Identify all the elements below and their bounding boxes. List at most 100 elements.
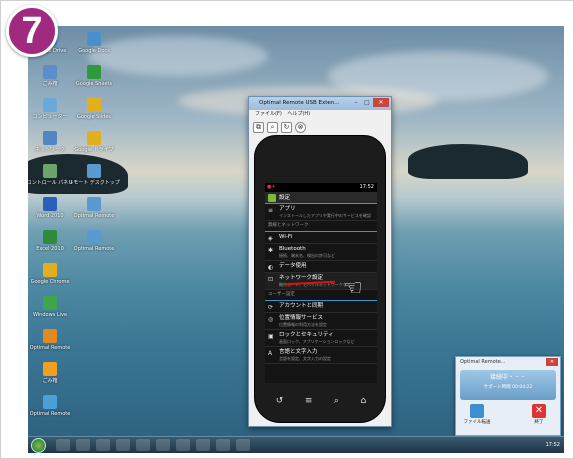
settings-item-icon: ◈ xyxy=(268,235,273,242)
screenshot-tool-icon[interactable]: ⧉ xyxy=(253,121,264,133)
back-icon[interactable]: ↺ xyxy=(276,396,284,406)
remote-window[interactable]: Optimal Remote USB Exten... – □ ✕ ファイル(F… xyxy=(248,96,392,427)
search-icon[interactable]: ⌕ xyxy=(334,396,339,406)
taskbar: 17:52 xyxy=(28,436,564,453)
window-toolbar: ⧉ ⌕ ↻ ⊗ xyxy=(249,119,391,135)
start-button[interactable] xyxy=(31,438,46,453)
session-label: サポート時間 xyxy=(483,385,511,390)
desktop-icon[interactable]: Google Sheets xyxy=(68,65,120,87)
desktop-icon[interactable]: Optimal Remote xyxy=(28,329,76,351)
desktop-icon[interactable]: リモート デスクトップ xyxy=(68,164,120,186)
status-time: 17:52 xyxy=(359,184,374,190)
step-badge: 7 xyxy=(6,5,58,57)
connection-status: 接続中・・・ xyxy=(489,374,526,381)
desktop-icon[interactable]: Optimal Remote xyxy=(28,395,76,417)
app-icon xyxy=(87,98,101,112)
app-icon xyxy=(43,131,57,145)
app-icon xyxy=(43,164,57,178)
settings-item-icon: ⟳ xyxy=(268,304,274,311)
desktop-icon[interactable]: Optimal Remote xyxy=(68,197,120,219)
app-icon xyxy=(43,329,57,343)
remote-status-popup[interactable]: Optimal Remote... ✕ 接続中・・・ サポート時間 00:04:… xyxy=(455,356,561,436)
popup-close-button[interactable]: ✕ xyxy=(546,358,558,366)
settings-item-title: Bluetooth xyxy=(279,246,306,252)
settings-item-title: 位置情報サービス xyxy=(279,315,324,321)
taskbar-app[interactable] xyxy=(56,439,70,451)
settings-item[interactable]: ▣ ロックとセキュリティ 画面ロック、アプリケーションロックなど xyxy=(265,330,377,347)
minimize-button[interactable]: – xyxy=(351,98,361,107)
popup-title-bar[interactable]: Optimal Remote... ✕ xyxy=(456,357,560,368)
menu-icon[interactable]: ≡ xyxy=(305,396,313,406)
desktop: Google Drive ごみ箱 コンピューター ネットワーク コントロール パネル Wo… xyxy=(28,26,564,453)
stop-icon[interactable]: ⊗ xyxy=(295,121,306,133)
settings-icon xyxy=(268,193,276,202)
taskbar-app[interactable] xyxy=(156,439,170,451)
rotate-icon[interactable]: ↻ xyxy=(281,121,292,133)
desktop-icon[interactable]: Google Docs xyxy=(68,32,120,54)
taskbar-app[interactable] xyxy=(196,439,210,451)
settings-item-subtitle: 位置情報の利用方法を設定 xyxy=(279,322,327,327)
settings-item[interactable]: ≡ アプリ インストールしたアプリや実行中のサービスを確認 xyxy=(265,204,377,221)
settings-item-subtitle: 接続、端末名、検出の許可など xyxy=(279,253,335,258)
taskbar-app[interactable] xyxy=(176,439,190,451)
settings-item[interactable]: ✱ Bluetooth 接続、端末名、検出の許可など xyxy=(265,244,377,261)
menu-help[interactable]: ヘルプ(H) xyxy=(287,111,310,117)
settings-item-icon: ⊡ xyxy=(268,276,274,283)
exit-button[interactable]: ✕ 終了 xyxy=(524,404,554,425)
app-icon xyxy=(43,362,57,376)
home-icon[interactable]: ⌂ xyxy=(361,396,367,406)
menu-file[interactable]: ファイル(F) xyxy=(255,111,282,117)
app-icon xyxy=(87,197,101,211)
settings-item[interactable]: ◎ 位置情報サービス 位置情報の利用方法を設定 xyxy=(265,313,377,330)
settings-item-subtitle: 言語を設定、文字入力の設定 xyxy=(279,356,331,361)
app-icon xyxy=(43,296,57,310)
settings-item[interactable]: ◐ データ使用 xyxy=(265,261,377,273)
taskbar-app[interactable] xyxy=(76,439,90,451)
file-transfer-button[interactable]: ファイル転送 xyxy=(462,404,492,425)
desktop-icon[interactable]: Google Chrome xyxy=(28,263,76,285)
settings-header: 設定 xyxy=(265,192,377,204)
settings-item-icon: A xyxy=(268,350,273,357)
taskbar-app[interactable] xyxy=(216,439,230,451)
app-icon xyxy=(87,230,101,244)
session-time: 00:04:22 xyxy=(512,385,533,390)
close-button[interactable]: ✕ xyxy=(373,98,389,107)
screenshot-frame: 7 Google Drive ごみ箱 コンピューター ネットワーク コントロール パネル… xyxy=(0,0,574,459)
app-icon xyxy=(87,164,101,178)
phone-frame: ●✦ 17:52 設定 ≡ アプリ インストールしたアプリや実行中のサービスを確認無… xyxy=(254,135,386,423)
settings-item-icon: ✱ xyxy=(268,247,274,254)
settings-item-subtitle: インストールしたアプリや実行中のサービスを確認 xyxy=(279,213,371,218)
settings-section-header: 無線とネットワーク xyxy=(265,221,377,232)
settings-item[interactable]: A 言語と文字入力 言語を設定、文字入力の設定 xyxy=(265,347,377,364)
app-icon xyxy=(43,197,57,211)
taskbar-app[interactable] xyxy=(96,439,110,451)
settings-item-title: アカウントと同期 xyxy=(279,303,324,309)
notification-icon: ●✦ xyxy=(267,184,276,190)
settings-item[interactable]: ⟳ アカウントと同期 xyxy=(265,301,377,313)
phone-navbar: ↺ ≡ ⌕ ⌂ xyxy=(265,392,377,410)
taskbar-app[interactable] xyxy=(116,439,130,451)
zoom-icon[interactable]: ⌕ xyxy=(267,121,278,133)
app-icon xyxy=(43,65,57,79)
desktop-icon[interactable]: Windows Live xyxy=(28,296,76,318)
status-bar: ●✦ 17:52 xyxy=(265,183,377,192)
taskbar-clock: 17:52 xyxy=(545,442,560,448)
desktop-icon[interactable]: ごみ箱 xyxy=(28,362,76,384)
connection-panel: 接続中・・・ サポート時間 00:04:22 xyxy=(460,370,556,400)
desktop-icon[interactable]: Optimal Remote xyxy=(68,230,120,252)
app-icon xyxy=(43,98,57,112)
desktop-icon[interactable]: Google Slides xyxy=(68,98,120,120)
file-transfer-icon xyxy=(470,404,484,418)
taskbar-app[interactable] xyxy=(136,439,150,451)
settings-item-icon: ▣ xyxy=(268,333,274,340)
desktop-icon[interactable]: Google ドライブ xyxy=(68,131,120,153)
settings-item-title: 言語と文字入力 xyxy=(279,349,318,355)
settings-item[interactable]: ◈ Wi-Fi xyxy=(265,232,377,244)
taskbar-app[interactable] xyxy=(236,439,250,451)
window-title-bar[interactable]: Optimal Remote USB Exten... – □ ✕ xyxy=(249,97,391,110)
settings-item-icon: ≡ xyxy=(268,207,274,214)
maximize-button[interactable]: □ xyxy=(362,98,372,107)
app-icon xyxy=(87,32,101,46)
app-icon xyxy=(43,230,57,244)
settings-item-icon: ◐ xyxy=(268,264,274,271)
